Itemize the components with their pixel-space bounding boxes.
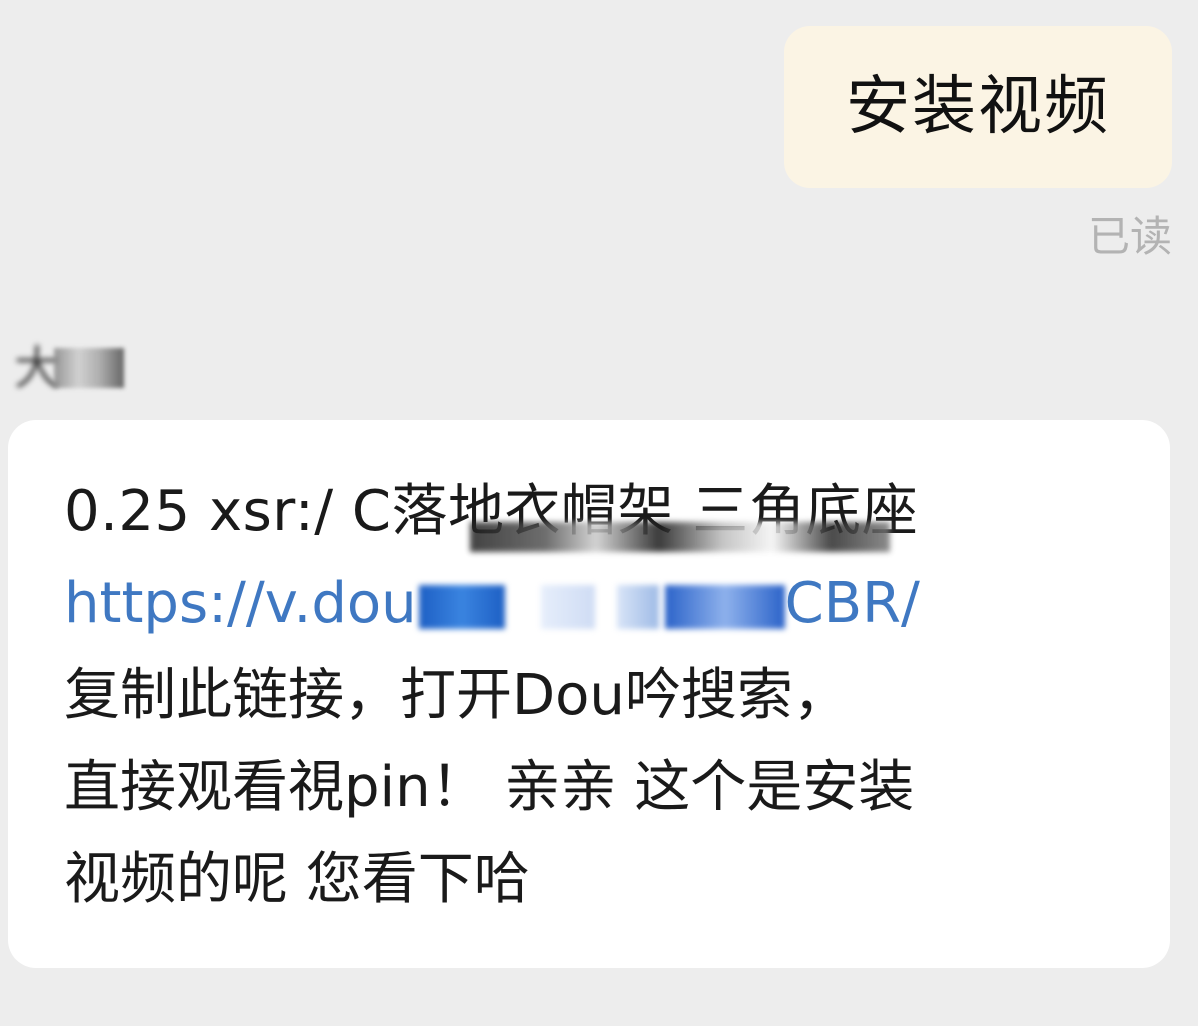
read-status-label: 已读 [1087, 212, 1172, 261]
outgoing-message-bubble[interactable]: 安装视频 [784, 26, 1172, 188]
chat-view: 安装视频 已读 大 0.25 xsr:/ C落地衣帽架 三角底座 https:/… [0, 0, 1198, 1026]
link-redaction [540, 584, 595, 629]
outgoing-message-text: 安装视频 [846, 70, 1110, 144]
link-redaction [418, 584, 505, 629]
link-redaction [616, 584, 659, 629]
link-redaction [664, 584, 785, 629]
sender-name-row: 大 [14, 342, 124, 394]
message-line-closing: 视频的呢 您看下哈 [64, 847, 530, 912]
video-link[interactable]: https://v.dou CBR/ [64, 558, 1130, 650]
video-link-start: https://v.dou [64, 571, 417, 636]
text-redaction [470, 522, 890, 552]
incoming-message-bubble[interactable]: 0.25 xsr:/ C落地衣帽架 三角底座 https://v.dou CBR/… [8, 420, 1170, 968]
message-line-instruction: 复制此链接，打开Dou吟搜索， [64, 663, 849, 728]
sender-name-redaction [54, 348, 124, 388]
message-line-watch: 直接观看視pin！ 亲亲 这个是安装 [64, 755, 915, 820]
video-link-end: CBR/ [784, 571, 920, 636]
